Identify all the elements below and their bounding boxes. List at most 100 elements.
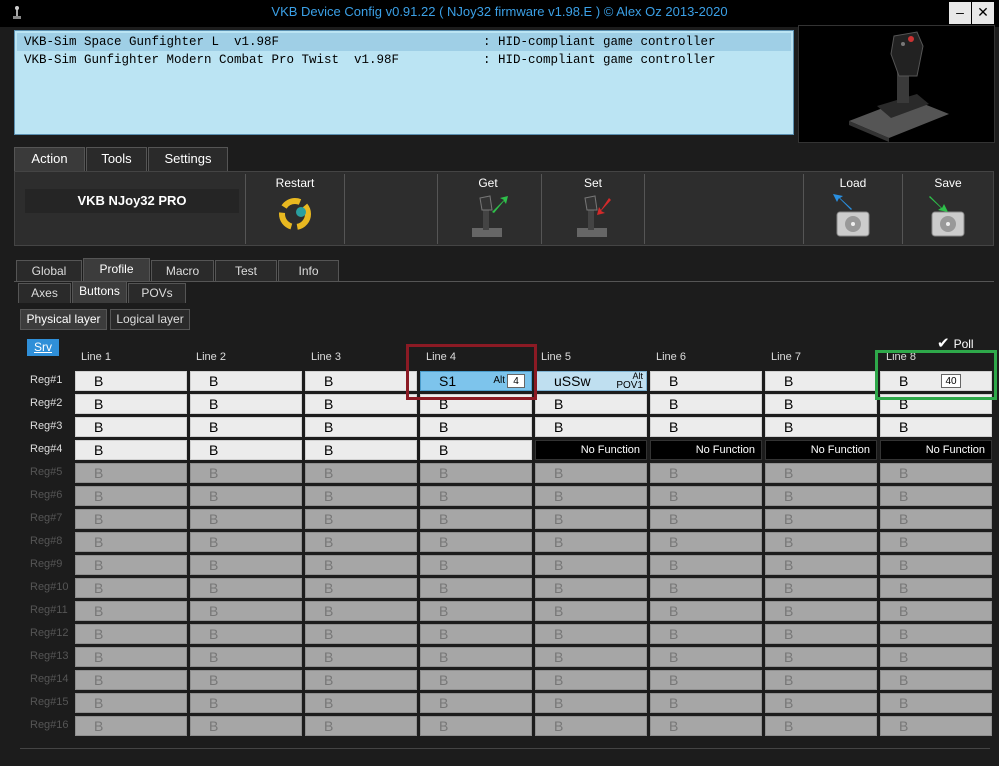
button-cell[interactable]: B <box>650 693 762 713</box>
button-cell[interactable]: B <box>535 555 647 575</box>
button-cell[interactable]: B <box>305 440 417 460</box>
button-cell[interactable]: B <box>650 601 762 621</box>
srv-button[interactable]: Srv <box>27 339 59 356</box>
button-cell[interactable]: B <box>190 670 302 690</box>
button-cell[interactable]: B <box>880 509 992 529</box>
button-cell[interactable]: B <box>535 532 647 552</box>
button-cell[interactable]: B <box>190 624 302 644</box>
button-cell[interactable]: B <box>650 647 762 667</box>
button-cell[interactable]: B <box>420 670 532 690</box>
button-cell[interactable]: B <box>650 486 762 506</box>
button-cell[interactable]: B <box>650 578 762 598</box>
button-cell[interactable]: B <box>535 417 647 437</box>
button-cell[interactable]: B <box>650 463 762 483</box>
button-cell[interactable]: B <box>765 371 877 391</box>
button-cell[interactable]: B <box>650 509 762 529</box>
button-cell[interactable]: B <box>190 417 302 437</box>
button-cell[interactable]: B <box>650 624 762 644</box>
button-cell[interactable]: B <box>420 486 532 506</box>
tab-buttons[interactable]: Buttons <box>72 281 127 303</box>
button-cell[interactable]: B <box>305 578 417 598</box>
button-cell[interactable]: B <box>650 371 762 391</box>
button-cell[interactable]: B <box>880 601 992 621</box>
button-cell[interactable]: B <box>75 509 187 529</box>
button-cell[interactable]: B <box>420 647 532 667</box>
tab-info[interactable]: Info <box>278 260 339 282</box>
button-cell[interactable]: B <box>535 509 647 529</box>
tab-tools[interactable]: Tools <box>86 147 147 171</box>
button-cell[interactable]: B <box>75 486 187 506</box>
button-cell[interactable]: B <box>765 624 877 644</box>
button-cell[interactable]: B <box>190 647 302 667</box>
button-cell[interactable]: B <box>190 532 302 552</box>
button-cell[interactable]: B <box>305 394 417 414</box>
tab-profile[interactable]: Profile <box>83 258 150 282</box>
button-cell[interactable]: B <box>190 555 302 575</box>
button-cell[interactable]: B <box>765 509 877 529</box>
button-cell[interactable]: B <box>880 716 992 736</box>
tab-global[interactable]: Global <box>16 260 82 282</box>
button-cell[interactable]: B <box>305 601 417 621</box>
button-cell[interactable]: B <box>190 440 302 460</box>
load-button[interactable]: Load <box>804 172 902 245</box>
button-cell[interactable]: B <box>535 647 647 667</box>
tab-action[interactable]: Action <box>14 147 85 171</box>
button-cell[interactable]: B <box>75 532 187 552</box>
button-cell[interactable]: B <box>420 440 532 460</box>
button-cell[interactable]: B <box>75 624 187 644</box>
button-cell[interactable]: B <box>75 693 187 713</box>
button-cell[interactable]: B <box>765 463 877 483</box>
button-cell[interactable]: B <box>420 716 532 736</box>
button-cell[interactable]: B <box>420 417 532 437</box>
button-cell[interactable]: B <box>880 578 992 598</box>
button-cell[interactable]: B <box>190 394 302 414</box>
button-cell[interactable]: B <box>650 555 762 575</box>
button-cell[interactable]: B <box>305 463 417 483</box>
button-cell[interactable]: B <box>765 601 877 621</box>
button-cell[interactable]: B <box>420 532 532 552</box>
button-cell[interactable]: B <box>535 693 647 713</box>
button-cell[interactable]: B <box>420 509 532 529</box>
tab-axes[interactable]: Axes <box>18 283 71 303</box>
button-cell[interactable]: B <box>650 670 762 690</box>
button-cell[interactable]: B <box>880 670 992 690</box>
button-cell[interactable]: B <box>75 716 187 736</box>
button-cell[interactable]: B <box>765 417 877 437</box>
button-cell[interactable]: B <box>190 578 302 598</box>
button-cell[interactable]: B <box>420 624 532 644</box>
button-cell[interactable]: B <box>305 555 417 575</box>
button-cell[interactable]: B <box>190 463 302 483</box>
tab-physical-layer[interactable]: Physical layer <box>20 309 107 330</box>
button-cell[interactable]: B <box>75 417 187 437</box>
button-cell[interactable]: B <box>305 509 417 529</box>
button-cell[interactable]: B <box>880 693 992 713</box>
button-cell[interactable]: B <box>650 716 762 736</box>
button-cell[interactable]: B <box>880 486 992 506</box>
button-cell-no-function[interactable]: No Function <box>765 440 877 460</box>
tab-settings[interactable]: Settings <box>148 147 228 171</box>
button-cell[interactable]: B <box>75 463 187 483</box>
button-cell[interactable]: B <box>765 578 877 598</box>
button-cell[interactable]: B <box>420 555 532 575</box>
tab-povs[interactable]: POVs <box>128 283 186 303</box>
button-cell[interactable]: B <box>305 486 417 506</box>
button-cell[interactable]: B <box>305 371 417 391</box>
button-cell[interactable]: B <box>305 670 417 690</box>
button-cell[interactable]: B <box>535 670 647 690</box>
button-cell[interactable]: B <box>650 394 762 414</box>
button-cell[interactable]: B <box>75 394 187 414</box>
button-cell[interactable]: B <box>305 417 417 437</box>
button-cell[interactable]: B <box>535 716 647 736</box>
button-cell[interactable]: B <box>305 647 417 667</box>
device-list[interactable]: VKB-Sim Space Gunfighter L v1.98F: HID-c… <box>14 30 794 135</box>
button-cell[interactable]: B <box>75 371 187 391</box>
button-cell[interactable]: B <box>190 371 302 391</box>
button-cell[interactable]: B <box>650 532 762 552</box>
button-cell[interactable]: B <box>880 532 992 552</box>
button-cell[interactable]: B <box>190 486 302 506</box>
restart-button[interactable]: Restart <box>246 172 344 245</box>
button-cell[interactable]: B <box>535 601 647 621</box>
button-cell-ussw[interactable]: uSSw Alt POV1 <box>535 371 647 391</box>
button-cell[interactable]: B <box>880 555 992 575</box>
button-cell[interactable]: B <box>75 578 187 598</box>
